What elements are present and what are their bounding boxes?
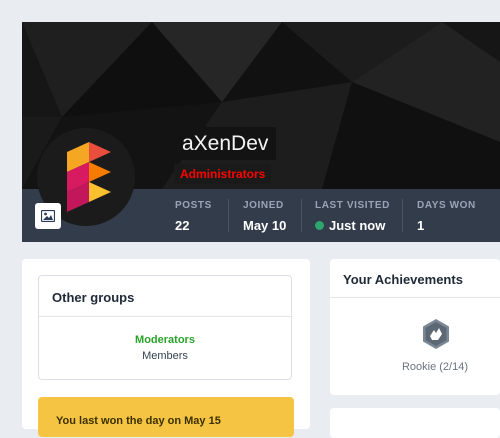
change-cover-button[interactable] bbox=[35, 203, 61, 229]
image-icon bbox=[41, 210, 55, 222]
stat-posts: POSTS 22 bbox=[175, 200, 212, 233]
stat-last-visited: LAST VISITED Just now bbox=[315, 200, 390, 233]
profile-group-badge: Administrators bbox=[174, 164, 272, 184]
achievements-title: Your Achievements bbox=[343, 272, 463, 287]
widget-divider bbox=[330, 297, 500, 298]
achievement-rank: Rookie (2/14) bbox=[401, 361, 469, 373]
stat-value: May 10 bbox=[243, 218, 287, 233]
achievement-badge[interactable] bbox=[420, 318, 452, 350]
stat-days-won: DAYS WON 1 bbox=[417, 200, 476, 233]
stat-divider bbox=[228, 199, 229, 232]
profile-username: aXenDev bbox=[174, 127, 277, 160]
secondary-panel bbox=[330, 408, 500, 438]
widget-divider bbox=[39, 316, 291, 317]
stat-label: POSTS bbox=[175, 200, 212, 211]
day-winner-notice: You last won the day on May 15 bbox=[38, 397, 294, 437]
group-moderators[interactable]: Moderators bbox=[39, 334, 291, 346]
other-groups-widget: Other groups Moderators Members bbox=[38, 275, 292, 380]
last-visited-value: Just now bbox=[329, 218, 386, 233]
stat-value: Just now bbox=[315, 218, 390, 233]
stat-label: DAYS WON bbox=[417, 200, 476, 211]
stat-label: JOINED bbox=[243, 200, 284, 211]
group-members[interactable]: Members bbox=[39, 350, 291, 362]
stat-label: LAST VISITED bbox=[315, 200, 390, 211]
hand-badge-icon bbox=[423, 319, 449, 349]
stat-value: 1 bbox=[417, 218, 425, 233]
other-groups-title: Other groups bbox=[52, 290, 135, 305]
notice-text: You last won the day on May 15 bbox=[56, 415, 221, 427]
stat-joined: JOINED May 10 bbox=[243, 200, 286, 233]
online-status-icon bbox=[315, 221, 324, 230]
stat-divider bbox=[402, 199, 403, 232]
stat-divider bbox=[301, 199, 302, 232]
stat-value: 22 bbox=[175, 218, 190, 233]
